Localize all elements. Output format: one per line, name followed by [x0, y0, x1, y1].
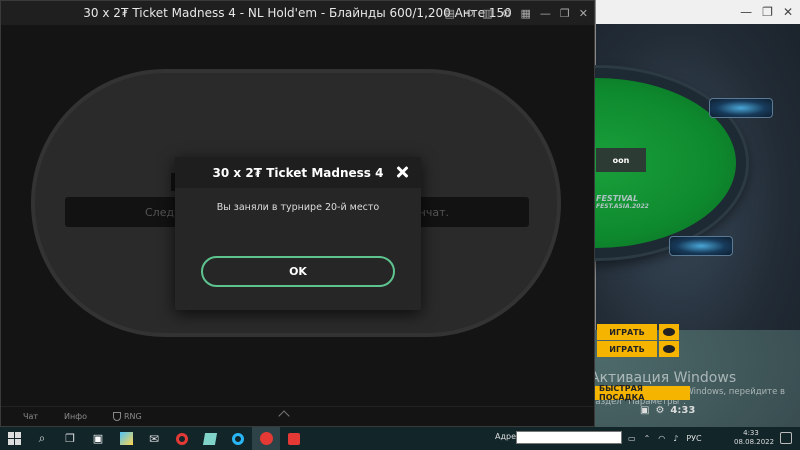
- notes-icon[interactable]: [196, 427, 224, 450]
- eye-icon[interactable]: [659, 341, 679, 357]
- empty-seat[interactable]: [669, 236, 733, 256]
- lobby-row: ИГРАТЬ: [597, 324, 679, 340]
- clock[interactable]: 4:33 08.08.2022: [734, 429, 775, 447]
- opera-icon[interactable]: [168, 427, 196, 450]
- clock-time: 4:33: [743, 429, 759, 437]
- gear-icon[interactable]: ⚙: [655, 405, 664, 416]
- minimize-icon[interactable]: —: [740, 5, 752, 19]
- dialog-header: 30 x 2₮ Ticket Madness 4: [175, 157, 421, 188]
- main-window-titlebar: 30 x 2₮ Ticket Madness 4 - NL Hold'em - …: [1, 1, 594, 25]
- task-view-icon[interactable]: ❐: [56, 427, 84, 450]
- close-icon[interactable]: [393, 163, 411, 181]
- dialog-message: Вы заняли в турнире 20-й место: [216, 202, 380, 213]
- tournament-result-dialog: 30 x 2₮ Ticket Madness 4 Вы заняли в тур…: [175, 157, 421, 310]
- lobby-time: 4:33: [670, 405, 696, 416]
- restore-icon[interactable]: ❐: [762, 5, 773, 19]
- shield-icon: [113, 412, 121, 421]
- restore-icon[interactable]: ❐: [560, 7, 570, 20]
- notification-icon[interactable]: [780, 432, 792, 444]
- second-window-titlebar: — ❐ ✕: [596, 0, 800, 24]
- minimize-icon[interactable]: —: [540, 7, 551, 20]
- mail-icon[interactable]: ✉: [140, 427, 168, 450]
- lobby-row: ИГРАТЬ: [597, 341, 679, 357]
- wifi-icon[interactable]: ◠: [658, 434, 665, 443]
- poker-client-icon[interactable]: [252, 427, 280, 450]
- quick-seat-button[interactable]: БЫСТРАЯ ПОСАДКА: [595, 384, 690, 402]
- play-button[interactable]: ИГРАТЬ: [597, 341, 657, 357]
- tab-rng-label: RNG: [124, 412, 142, 421]
- close-icon[interactable]: ✕: [579, 7, 588, 20]
- tab-info[interactable]: Инфо: [64, 412, 87, 421]
- settings-icon[interactable]: ⚙: [502, 7, 512, 20]
- history-icon[interactable]: ⟲: [464, 7, 473, 20]
- second-table-window[interactable]: — ❐ ✕ oon FESTIVAL FEST.ASIA.2022: [446, 0, 800, 330]
- felt-label: oon: [596, 148, 646, 172]
- banner-text-right: нчат.: [418, 205, 449, 219]
- search-icon[interactable]: ⌕: [28, 427, 56, 450]
- title-controls: ▤ ⟲ ▥ ⚙ ▦ — ❐ ✕: [445, 1, 588, 25]
- festival-logo-text: FESTIVAL: [596, 194, 639, 203]
- layout-icon[interactable]: ▤: [445, 7, 455, 20]
- bottom-tabs: Чат Инфо RNG: [1, 406, 594, 426]
- address-input[interactable]: [516, 431, 622, 444]
- browser-icon[interactable]: [224, 427, 252, 450]
- show-hidden-icons-icon[interactable]: ⌃: [644, 434, 651, 443]
- volume-icon[interactable]: ♪: [673, 434, 678, 443]
- main-table-window[interactable]: 30 x 2₮ Ticket Madness 4 - NL Hold'em - …: [0, 0, 595, 427]
- close-icon[interactable]: ✕: [783, 5, 793, 19]
- ok-button[interactable]: OK: [201, 256, 395, 287]
- festival-logo-sub: FEST.ASIA.2022: [596, 203, 649, 210]
- clock-date: 08.08.2022: [734, 438, 775, 446]
- play-button[interactable]: ИГРАТЬ: [597, 324, 657, 340]
- stats-icon[interactable]: ▦: [521, 7, 531, 20]
- windows-icon: [7, 432, 21, 445]
- poker-app-icon[interactable]: [280, 427, 308, 450]
- tab-chat[interactable]: Чат: [23, 412, 38, 421]
- start-button[interactable]: [0, 427, 28, 450]
- cards-icon[interactable]: ▥: [482, 7, 492, 20]
- app-icon[interactable]: [112, 427, 140, 450]
- store-icon[interactable]: ▣: [84, 427, 112, 450]
- lobby-footer: ▣ ⚙ 4:33: [640, 405, 695, 416]
- system-tray: ▭ ⌃ ◠ ♪ РУС: [628, 427, 702, 450]
- eye-icon[interactable]: [659, 324, 679, 340]
- camera-icon[interactable]: ▣: [640, 405, 649, 416]
- empty-seat[interactable]: [709, 98, 773, 118]
- dialog-title: 30 x 2₮ Ticket Madness 4: [212, 165, 384, 180]
- festival-logo: FESTIVAL FEST.ASIA.2022: [596, 194, 649, 210]
- tab-rng[interactable]: RNG: [113, 412, 142, 421]
- tray-icon[interactable]: ▭: [628, 434, 636, 443]
- language-indicator[interactable]: РУС: [686, 434, 701, 443]
